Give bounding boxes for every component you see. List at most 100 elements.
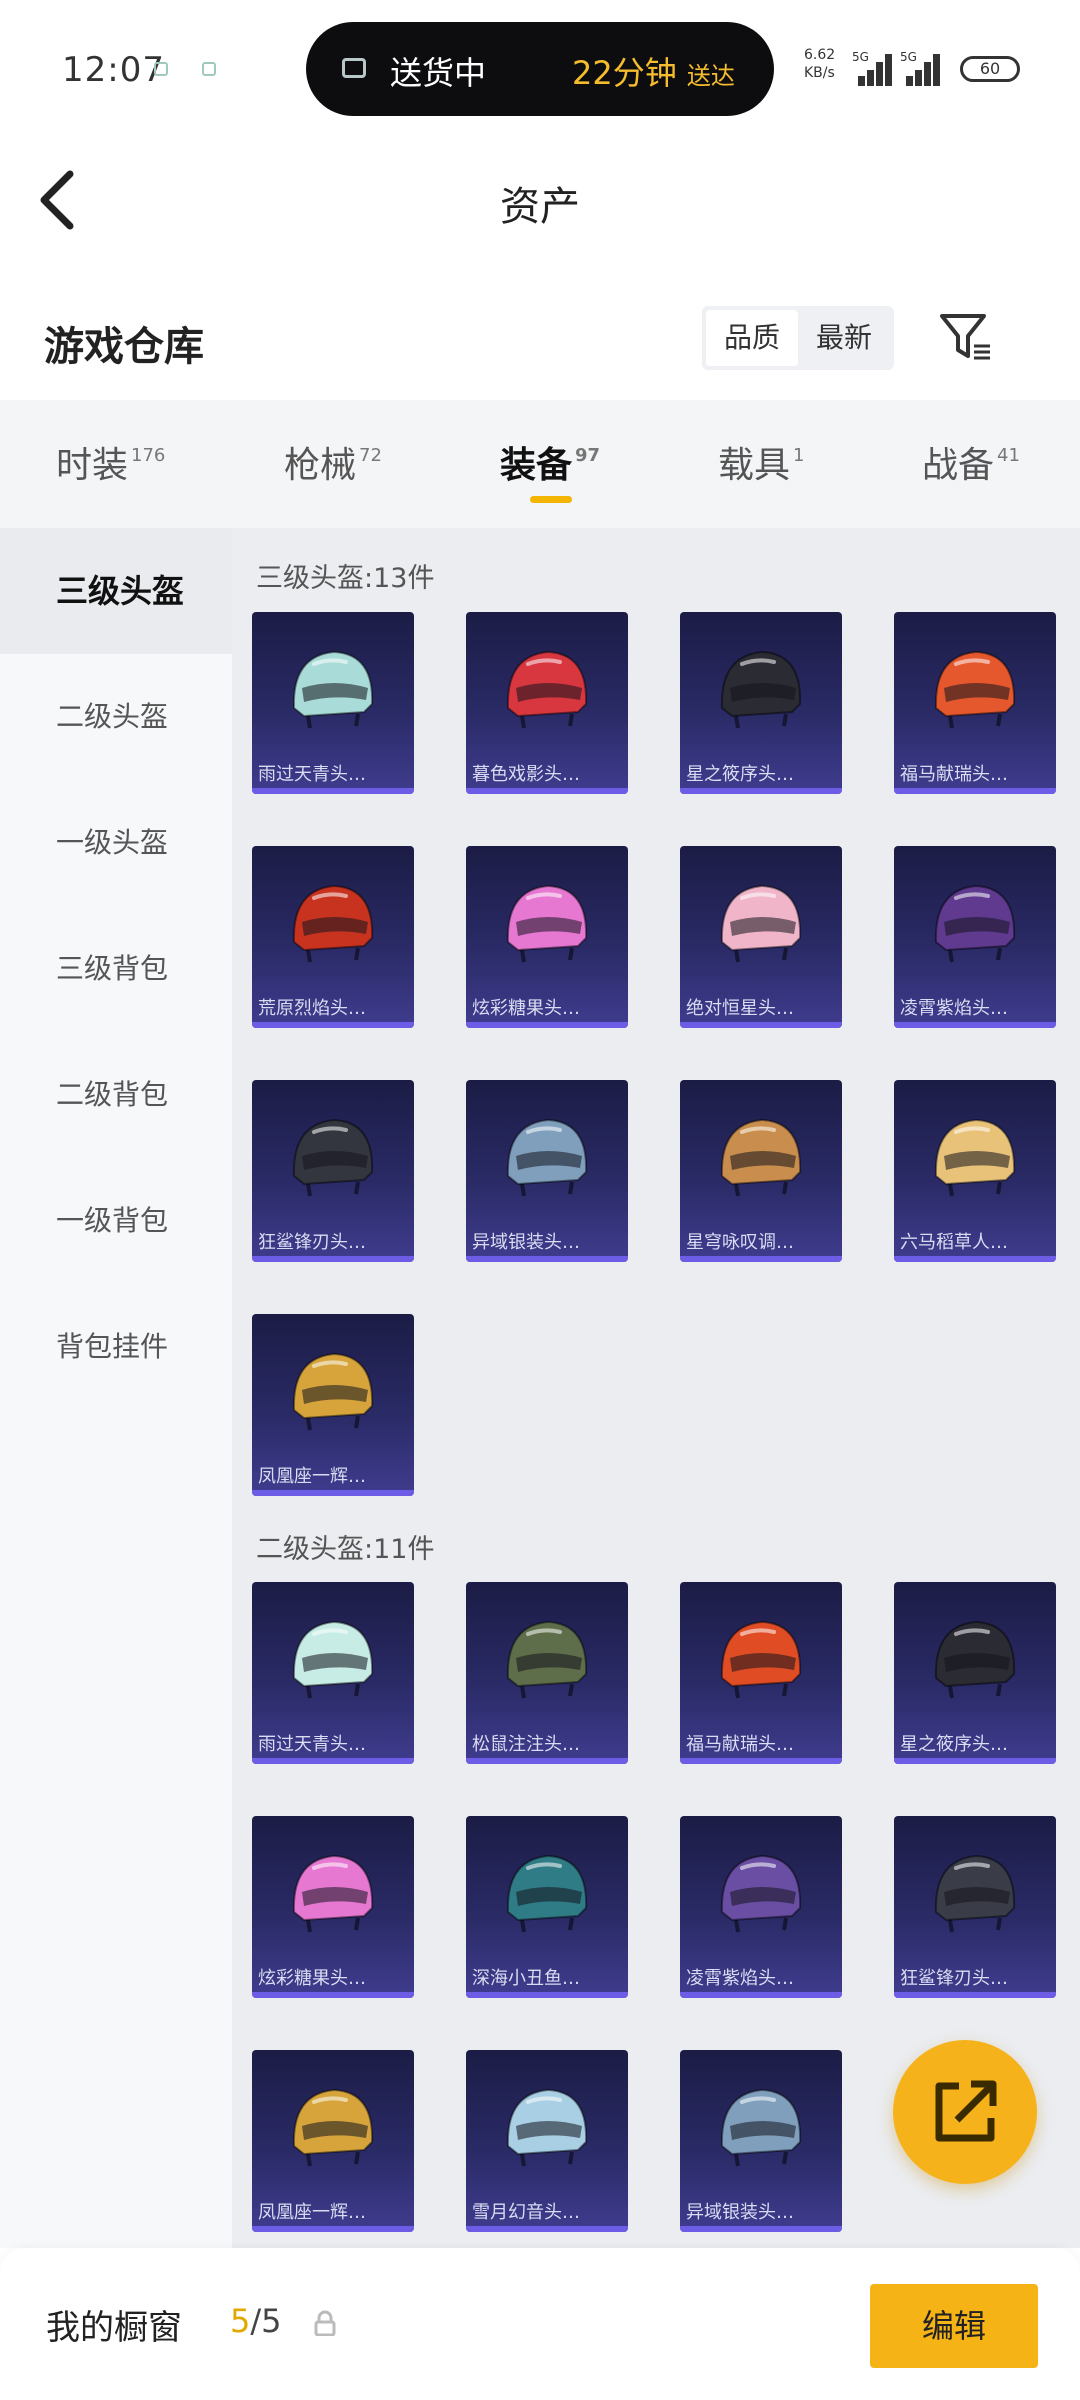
item-label: 凌霄紫焰头… <box>686 1968 794 1989</box>
helmet-icon <box>934 650 1016 729</box>
item-card[interactable]: 凤凰座一辉… <box>252 2050 414 2232</box>
notification-icon <box>154 62 168 76</box>
status-time: 12:07 <box>62 50 165 90</box>
item-label: 凤凰座一辉… <box>258 2202 366 2223</box>
delivery-eta: 22分钟 送达 <box>572 54 735 92</box>
share-fab[interactable] <box>893 2040 1037 2184</box>
helmet-icon <box>506 884 588 963</box>
sidebar-item-lv3-helmet[interactable]: 三级头盔 <box>0 528 232 654</box>
item-card[interactable]: 凤凰座一辉… <box>252 1314 414 1496</box>
helmet-icon <box>720 650 802 729</box>
item-card[interactable]: 星之筱序头… <box>680 612 842 794</box>
sidebar-item-lv1-helmet[interactable]: 一级头盔 <box>0 780 232 906</box>
helmet-icon <box>720 2088 802 2167</box>
helmet-icon <box>506 1118 588 1197</box>
item-label: 福马献瑞头… <box>686 1734 794 1755</box>
active-tab-indicator <box>530 496 572 503</box>
tab-weapons[interactable]: 枪械 72 <box>284 436 382 488</box>
item-label: 雨过天青头… <box>258 764 366 785</box>
item-card[interactable]: 福马献瑞头… <box>894 612 1056 794</box>
helmet-icon <box>292 650 374 729</box>
item-label: 星之筱序头… <box>900 1734 1008 1755</box>
item-card[interactable]: 雨过天青头… <box>252 612 414 794</box>
sidebar-item-lv1-backpack[interactable]: 一级背包 <box>0 1158 232 1284</box>
tab-fashion[interactable]: 时装 176 <box>56 436 165 488</box>
item-card[interactable]: 荒原烈焰头… <box>252 846 414 1028</box>
edit-button[interactable]: 编辑 <box>870 2284 1038 2368</box>
external-link-icon <box>935 2080 997 2142</box>
helmet-icon <box>934 1620 1016 1699</box>
section-header: 游戏仓库 品质 最新 <box>0 290 1080 390</box>
showcase-count: 5/5 <box>230 2302 282 2340</box>
sidebar-item-lv3-backpack[interactable]: 三级背包 <box>0 906 232 1032</box>
sort-quality-button[interactable]: 品质 <box>706 310 798 366</box>
network-speed: 6.62 KB/s <box>804 47 836 81</box>
item-card[interactable]: 福马献瑞头… <box>680 1582 842 1764</box>
helmet-icon <box>506 2088 588 2167</box>
notification-icon <box>202 62 216 76</box>
item-label: 炫彩糖果头… <box>472 998 580 1019</box>
signal-icon: 5G <box>852 50 892 86</box>
item-card[interactable]: 深海小丑鱼… <box>466 1816 628 1998</box>
item-card[interactable]: 星之筱序头… <box>894 1582 1056 1764</box>
item-card[interactable]: 松鼠注注头… <box>466 1582 628 1764</box>
item-card[interactable]: 狂鲨锋刃头… <box>894 1816 1056 1998</box>
item-label: 狂鲨锋刃头… <box>258 1232 366 1253</box>
item-label: 深海小丑鱼… <box>472 1968 580 1989</box>
item-label: 狂鲨锋刃头… <box>900 1968 1008 1989</box>
item-card[interactable]: 凌霄紫焰头… <box>680 1816 842 1998</box>
item-label: 凤凰座一辉… <box>258 1466 366 1487</box>
item-card[interactable]: 暮色戏影头… <box>466 612 628 794</box>
item-card[interactable]: 雨过天青头… <box>252 1582 414 1764</box>
item-label: 异域银装头… <box>686 2202 794 2223</box>
app-header: 资产 <box>0 130 1080 270</box>
item-card[interactable]: 异域银装头… <box>466 1080 628 1262</box>
helmet-icon <box>934 884 1016 963</box>
helmet-icon <box>292 1620 374 1699</box>
item-label: 雨过天青头… <box>258 1734 366 1755</box>
item-card[interactable]: 雪月幻音头… <box>466 2050 628 2232</box>
item-label: 荒原烈焰头… <box>258 998 366 1019</box>
item-label: 星穹咏叹调… <box>686 1232 794 1253</box>
sidebar-item-lv2-backpack[interactable]: 二级背包 <box>0 1032 232 1158</box>
helmet-icon <box>720 1118 802 1197</box>
item-card[interactable]: 异域银装头… <box>680 2050 842 2232</box>
status-bar: 12:07 送货中 22分钟 送达 6.62 KB/s 5G 5G 60 <box>0 0 1080 130</box>
item-card[interactable]: 星穹咏叹调… <box>680 1080 842 1262</box>
item-grid: 三级头盔:13件 二级头盔:11件 雨过天青头… 暮色戏影头… 星之筱序头… 福马献瑞… <box>232 528 1080 2248</box>
helmet-icon <box>292 2088 374 2167</box>
page-title: 资产 <box>500 184 580 230</box>
item-card[interactable]: 炫彩糖果头… <box>466 846 628 1028</box>
item-label: 暮色戏影头… <box>472 764 580 785</box>
item-card[interactable]: 绝对恒星头… <box>680 846 842 1028</box>
item-card[interactable]: 凌霄紫焰头… <box>894 846 1056 1028</box>
helmet-icon <box>934 1118 1016 1197</box>
item-card[interactable]: 六马稻草人… <box>894 1080 1056 1262</box>
sidebar-item-lv2-helmet[interactable]: 二级头盔 <box>0 654 232 780</box>
item-label: 炫彩糖果头… <box>258 1968 366 1989</box>
sort-newest-button[interactable]: 最新 <box>798 310 890 366</box>
signal-icon: 5G <box>900 50 940 86</box>
tab-supplies[interactable]: 战备 41 <box>922 436 1020 488</box>
section-title: 游戏仓库 <box>44 324 204 370</box>
item-label: 凌霄紫焰头… <box>900 998 1008 1019</box>
item-label: 松鼠注注头… <box>472 1734 580 1755</box>
helmet-icon <box>720 1620 802 1699</box>
tab-equipment[interactable]: 装备 97 <box>500 436 600 488</box>
item-card[interactable]: 狂鲨锋刃头… <box>252 1080 414 1262</box>
delivery-status: 送货中 <box>390 54 487 92</box>
delivery-live-activity[interactable]: 送货中 22分钟 送达 <box>306 22 774 116</box>
filter-button[interactable] <box>938 310 994 366</box>
tab-vehicles[interactable]: 载具 1 <box>718 436 804 488</box>
group-title: 二级头盔:11件 <box>256 1534 435 1565</box>
helmet-icon <box>506 650 588 729</box>
helmet-icon <box>720 1854 802 1933</box>
battery-icon: 60 <box>960 56 1020 82</box>
helmet-icon <box>292 1854 374 1933</box>
group-title: 三级头盔:13件 <box>256 563 435 594</box>
helmet-icon <box>292 1118 374 1197</box>
item-card[interactable]: 炫彩糖果头… <box>252 1816 414 1998</box>
sort-toggle: 品质 最新 <box>702 306 894 370</box>
sidebar: 三级头盔 二级头盔 一级头盔 三级背包 二级背包 一级背包 背包挂件 <box>0 528 232 2248</box>
sidebar-item-backpack-charm[interactable]: 背包挂件 <box>0 1284 232 1410</box>
